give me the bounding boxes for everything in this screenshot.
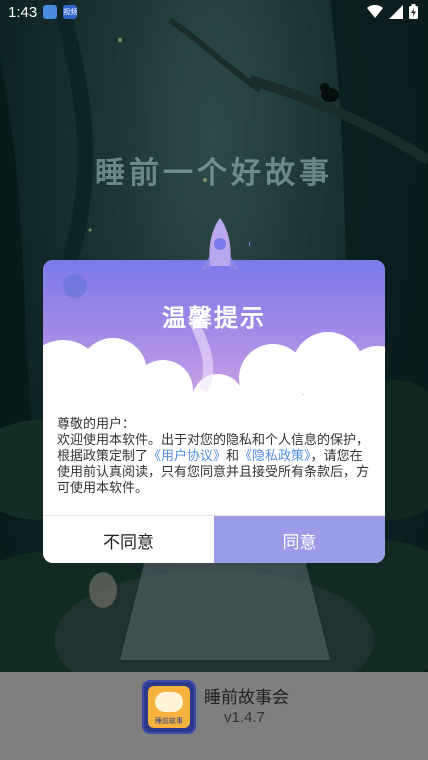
wifi-icon [367,4,383,18]
dialog-greeting: 尊敬的用户： [57,417,136,432]
agree-button[interactable]: 同意 [214,516,385,563]
notification-app-icon [43,5,58,19]
battery-charging-icon [409,4,418,19]
rocket-icon [200,218,250,271]
dialog-and-text: 和 [226,449,240,464]
screen: 1:43 视频 睡前一个好故事 睡前故事 睡前故事会 v1.4.7 温馨提示 尊… [0,0,428,760]
splash-title: 睡前一个好故事 [95,156,333,191]
dialog-title: 温馨提示 [162,304,266,332]
user-agreement-link[interactable]: 《用户协议》 [148,449,226,464]
notification-badge-icon: 视频 [63,5,78,19]
app-name: 睡前故事会 [204,688,289,708]
dialog-buttons: 不同意 同意 [43,515,385,563]
privacy-dialog: 温馨提示 尊敬的用户： 欢迎使用本软件。出于对您的隐私和个人信息的保护，根据政策… [43,260,385,563]
app-logo: 睡前故事 [142,680,196,734]
app-logo-text: 睡前故事 [155,717,183,725]
app-version: v1.4.7 [224,709,265,726]
signal-icon [389,4,403,19]
status-bar: 1:43 视频 [0,0,428,24]
privacy-policy-link[interactable]: 《隐私政策》 [239,449,311,464]
status-time: 1:43 [8,3,38,21]
disagree-button[interactable]: 不同意 [43,516,214,563]
dialog-message: 欢迎使用本软件。出于对您的隐私和个人信息的保护，根据政策定制了《用户协议》和《隐… [57,433,373,497]
dialog-body: 尊敬的用户： 欢迎使用本软件。出于对您的隐私和个人信息的保护，根据政策定制了《用… [57,417,373,497]
